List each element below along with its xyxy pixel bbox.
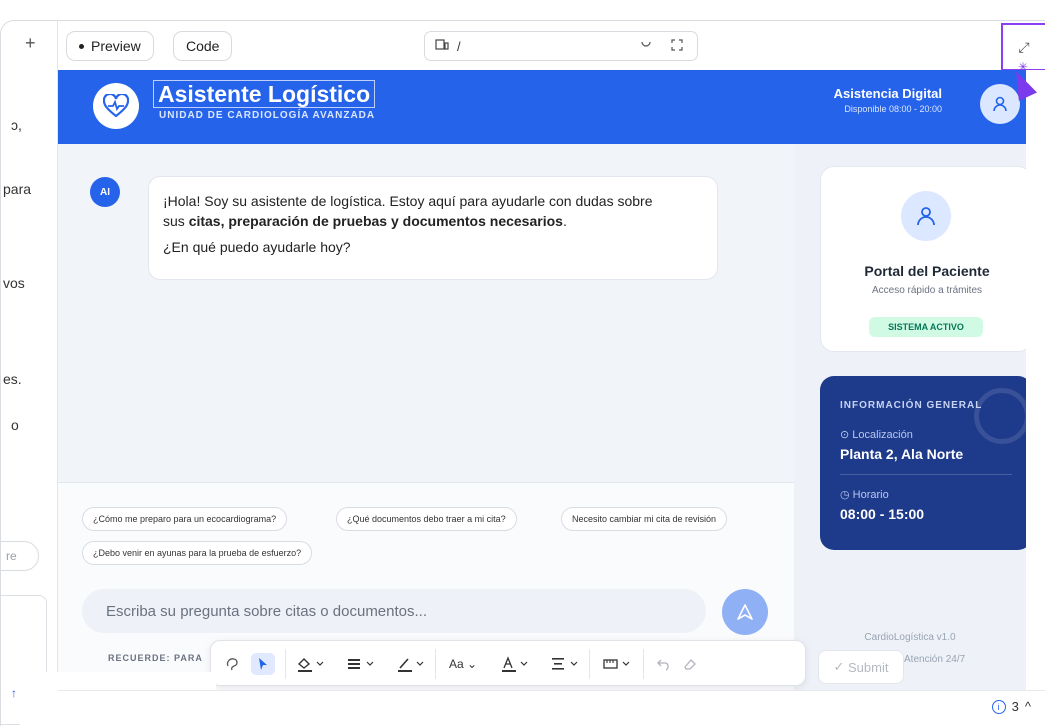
send-icon [737, 604, 753, 620]
submit-label: Submit [848, 659, 889, 675]
right-gutter [1026, 70, 1045, 690]
divider [643, 649, 644, 679]
left-chat-panel: + ɔ, para vos es. o re ↑ [0, 20, 58, 726]
code-label: Code [186, 38, 220, 54]
select-pointer-icon[interactable] [251, 653, 275, 675]
chevron-up-icon: ^ [1024, 699, 1031, 714]
assistance-hours: Disponible 08:00 - 20:00 [844, 104, 942, 114]
info-icon: i [991, 699, 1006, 714]
location-value: Planta 2, Ala Norte [840, 446, 964, 462]
truncated-text: para [3, 181, 32, 197]
divider [840, 474, 1012, 475]
status-badge: SISTEMA ACTIVO [869, 317, 983, 337]
issues-count: 3 [1011, 699, 1019, 714]
right-sidebar: Portal del Paciente Acceso rápido a trám… [794, 144, 1032, 690]
message-text: ¡Hola! Soy su asistente de logística. Es… [163, 193, 653, 209]
suggestion-chip[interactable]: ¿Cómo me preparo para un ecocardiograma? [82, 507, 288, 531]
border-style-icon[interactable] [347, 653, 377, 675]
patient-portal-card[interactable]: Portal del Paciente Acceso rápido a trám… [820, 166, 1032, 352]
arrow-up-icon[interactable]: ↑ [11, 686, 17, 700]
title-selection-box[interactable]: Asistente Logístico [153, 80, 376, 108]
app-header: Asistente Logístico UNIDAD DE CARDIOLOGÍ… [58, 70, 1026, 144]
general-info-card: INFORMACIÓN GENERAL ⊙ Localización Plant… [820, 376, 1032, 550]
suggestion-chip[interactable]: ¿Qué documentos debo traer a mi cita? [336, 507, 517, 531]
divider [589, 649, 590, 679]
hours-value: 08:00 - 15:00 [840, 506, 925, 522]
suggestion-chip[interactable]: ¿Debo venir en ayunas para la prueba de … [82, 541, 313, 565]
message-text: . [562, 213, 567, 229]
divider [285, 649, 286, 679]
message-bold-text: citas, preparación de pruebas y document… [188, 213, 563, 229]
truncated-text: o [11, 417, 19, 433]
heart-logo-icon [93, 83, 139, 129]
device-toggle-icon[interactable] [435, 38, 449, 54]
new-chat-button[interactable]: + [25, 33, 36, 54]
send-button[interactable] [722, 589, 768, 635]
style-editor-toolbar: Aa ⌄ [210, 640, 806, 686]
pen-color-icon[interactable] [397, 653, 427, 675]
preview-toolbar: Preview Code / ⤢ [58, 20, 1045, 71]
truncated-pill-button[interactable]: re [1, 541, 39, 571]
portal-subtitle: Acceso rápido a trámites [871, 285, 983, 296]
assistance-title: Asistencia Digital [833, 86, 942, 101]
message-line: ¿En qué puedo ayudarle hoy? [163, 239, 351, 255]
preview-tab-button[interactable]: Preview [66, 31, 154, 61]
font-label: Aa [449, 657, 464, 671]
fullscreen-icon[interactable] [671, 38, 683, 54]
message-text: sus [163, 213, 189, 229]
preview-label: Preview [91, 38, 141, 54]
clock-watermark-icon [974, 388, 1030, 444]
url-bar[interactable]: / [424, 31, 698, 61]
assistant-message: ¡Hola! Soy su asistente de logística. Es… [148, 176, 718, 280]
chat-messages-area: AI ¡Hola! Soy su asistente de logística.… [58, 144, 794, 482]
suggestion-chip[interactable]: Necesito cambiar mi cita de revisión [561, 507, 728, 531]
location-label-text: Localización [852, 429, 913, 441]
active-dot-icon [79, 43, 84, 49]
app-window: + ɔ, para vos es. o re ↑ Preview Code / [0, 0, 1045, 726]
attention-text: Atención 24/7 [904, 654, 966, 665]
font-size-dropdown[interactable]: Aa ⌄ [449, 653, 477, 675]
hours-label: ◷ Horario [840, 489, 889, 501]
reminder-text: RECUERDE: PARA [108, 653, 203, 663]
spacing-ruler-icon[interactable] [603, 653, 633, 675]
portal-title: Portal del Paciente [864, 263, 990, 279]
issues-counter[interactable]: i 3 ^ [991, 699, 1031, 714]
divider [435, 649, 436, 679]
url-path: / [457, 38, 461, 54]
ai-avatar: AI [90, 177, 120, 207]
refresh-icon[interactable] [639, 39, 653, 54]
truncated-text: es. [3, 371, 22, 387]
text-color-icon[interactable] [501, 653, 531, 675]
page-title: Asistente Logístico [158, 81, 371, 107]
page-subtitle: UNIDAD DE CARDIOLOGÍA AVANZADA [159, 110, 376, 121]
magic-edit-icon: ⤢ [1018, 38, 1030, 55]
fill-color-icon[interactable] [297, 653, 327, 675]
truncated-text: vos [3, 275, 25, 291]
hours-label-text: Horario [852, 489, 889, 501]
status-bar: i 3 ^ [58, 690, 1045, 726]
code-tab-button[interactable]: Code [173, 31, 233, 61]
truncated-text: ɔ, [11, 117, 22, 133]
lasso-icon[interactable] [225, 653, 241, 675]
eraser-icon[interactable] [683, 653, 697, 675]
user-icon [901, 191, 951, 241]
version-text: CardioLogística v1.0 [864, 632, 956, 643]
message-line: ¡Hola! Soy su asistente de logística. Es… [163, 191, 703, 231]
submit-button[interactable]: ✓ Submit [818, 650, 904, 684]
question-input[interactable]: Escriba su pregunta sobre citas o docume… [82, 589, 706, 633]
undo-icon[interactable] [657, 653, 671, 675]
location-label: ⊙ Localización [840, 429, 913, 441]
text-align-icon[interactable] [551, 653, 581, 675]
info-title: INFORMACIÓN GENERAL [840, 400, 983, 411]
